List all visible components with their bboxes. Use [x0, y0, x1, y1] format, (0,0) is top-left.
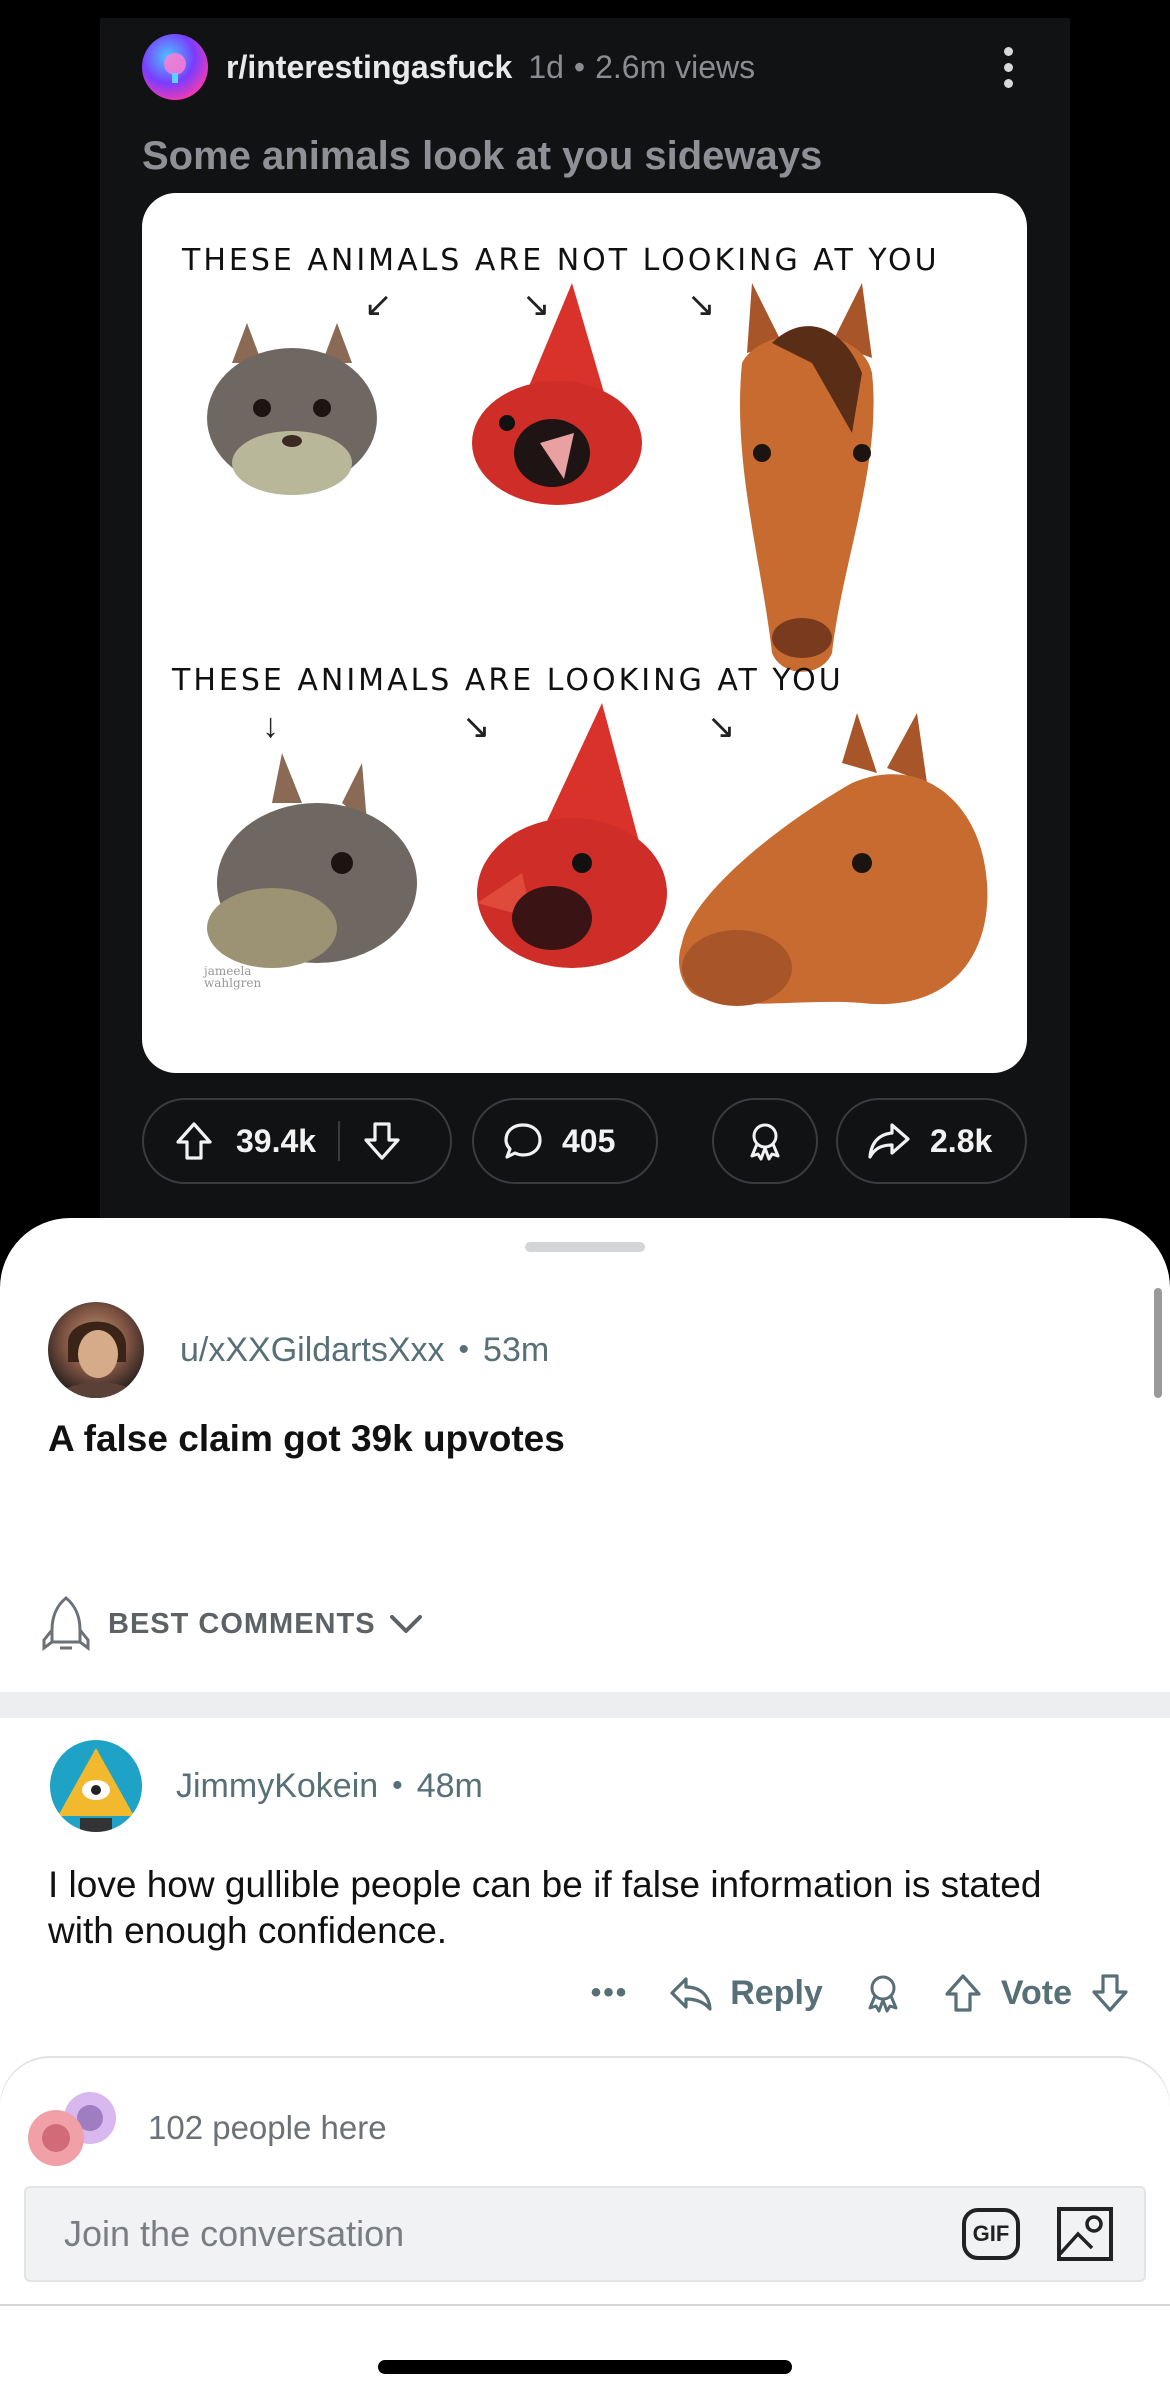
section-divider [0, 1692, 1170, 1718]
op-comment-header: u/xXXGildartsXxx • 53m [48, 1302, 549, 1398]
vote-pill: 39.4k [142, 1098, 452, 1184]
scrollbar[interactable] [1154, 1288, 1162, 1398]
comment-header: JimmyKokein • 48m [50, 1738, 483, 1834]
share-icon [868, 1123, 910, 1159]
subreddit-name[interactable]: r/interestingasfuck [226, 49, 512, 86]
image-upload-icon[interactable] [1056, 2206, 1114, 2262]
award-button[interactable] [712, 1098, 818, 1184]
vote-divider [338, 1121, 341, 1161]
cardinal-side-painting [477, 703, 667, 968]
brain-icon [164, 53, 186, 83]
downvote-icon[interactable] [362, 1120, 402, 1162]
rocket-icon [42, 1596, 90, 1651]
horse-front-painting [739, 283, 874, 672]
more-options-icon[interactable] [988, 46, 1028, 88]
reply-icon[interactable] [668, 1973, 714, 2013]
post-header: r/interestingasfuck 1d • 2.6m views [142, 34, 1028, 100]
post-title[interactable]: Some animals look at you sideways [142, 134, 822, 179]
comments-sheet: u/xXXGildartsXxx • 53m A false claim got… [0, 1218, 1170, 2401]
user-portrait-icon [58, 1321, 138, 1398]
award-icon[interactable] [863, 1972, 903, 2014]
reply-button[interactable]: Reply [730, 1974, 823, 2013]
comment-count: 405 [562, 1122, 616, 1159]
meta-separator: • [458, 1333, 470, 1366]
comment-actions: ••• Reply Vote [591, 1958, 1130, 2028]
post-actions: 39.4k 405 2.8k [142, 1098, 1027, 1186]
avatar[interactable] [48, 1302, 144, 1398]
op-username[interactable]: u/xXXGildartsXxx [180, 1331, 445, 1370]
chevron-down-icon [389, 1615, 422, 1633]
upvote-count: 39.4k [236, 1122, 317, 1159]
op-comment-body: A false claim got 39k upvotes [48, 1418, 565, 1459]
presence-indicator: 102 people here [26, 2088, 387, 2168]
sheet-drag-handle[interactable] [525, 1242, 645, 1252]
gif-icon[interactable]: GIF [962, 2208, 1020, 2260]
subreddit-avatar[interactable] [142, 34, 208, 100]
avatar[interactable] [50, 1740, 142, 1832]
post-image[interactable]: THESE ANIMALS ARE NOT LOOKING AT YOU ↙ ↘… [142, 193, 1027, 1073]
arrow-icon: ↘ [687, 286, 716, 324]
comment-timestamp: 48m [416, 1766, 483, 1805]
sort-label: BEST COMMENTS [108, 1607, 376, 1640]
award-icon [750, 1123, 780, 1161]
people-avatars-icon [28, 2092, 116, 2166]
meta-separator: • [573, 48, 586, 85]
more-options-icon[interactable]: ••• [591, 1976, 629, 2010]
vote-label: Vote [1000, 1973, 1072, 2012]
upvote-icon[interactable] [174, 1120, 214, 1162]
meta-separator: • [392, 1769, 403, 1802]
squirrel-front-painting [207, 323, 377, 495]
downvote-icon[interactable] [1090, 1972, 1130, 2014]
sort-selector[interactable]: BEST COMMENTS [36, 1594, 426, 1654]
comment-username[interactable]: JimmyKokein [176, 1767, 378, 1806]
comments-button[interactable]: 405 [472, 1098, 658, 1184]
comment-bubble-icon [504, 1123, 542, 1159]
embedded-post: r/interestingasfuck 1d • 2.6m views Some… [100, 18, 1070, 1218]
post-age: 1d [528, 48, 564, 85]
comment-input[interactable]: Join the conversation GIF [24, 2186, 1146, 2282]
share-count: 2.8k [930, 1122, 993, 1159]
caption-top: THESE ANIMALS ARE NOT LOOKING AT YOU [182, 243, 940, 278]
squirrel-side-painting [207, 753, 417, 968]
share-button[interactable]: 2.8k [836, 1098, 1027, 1184]
presence-count: 102 people here [148, 2109, 387, 2146]
cardinal-front-painting [472, 283, 642, 505]
pyramid-eye-icon [58, 1748, 134, 1832]
artist-signature: jameela wahlgren [204, 964, 262, 990]
op-timestamp: 53m [483, 1330, 550, 1369]
comment-input-placeholder: Join the conversation [64, 2213, 405, 2254]
post-views: 2.6m views [595, 48, 756, 85]
arrow-icon: ↓ [262, 707, 279, 745]
composer-divider [0, 2304, 1170, 2306]
horse-side-painting [679, 713, 988, 1006]
caption-bottom: THESE ANIMALS ARE LOOKING AT YOU [172, 663, 844, 698]
comment-body: I love how gullible people can be if fal… [48, 1864, 1042, 1951]
upvote-icon[interactable] [943, 1972, 983, 2014]
arrow-icon: ↙ [364, 286, 393, 324]
comment-composer: 102 people here Join the conversation GI… [0, 2058, 1170, 2401]
home-indicator[interactable] [378, 2360, 792, 2374]
